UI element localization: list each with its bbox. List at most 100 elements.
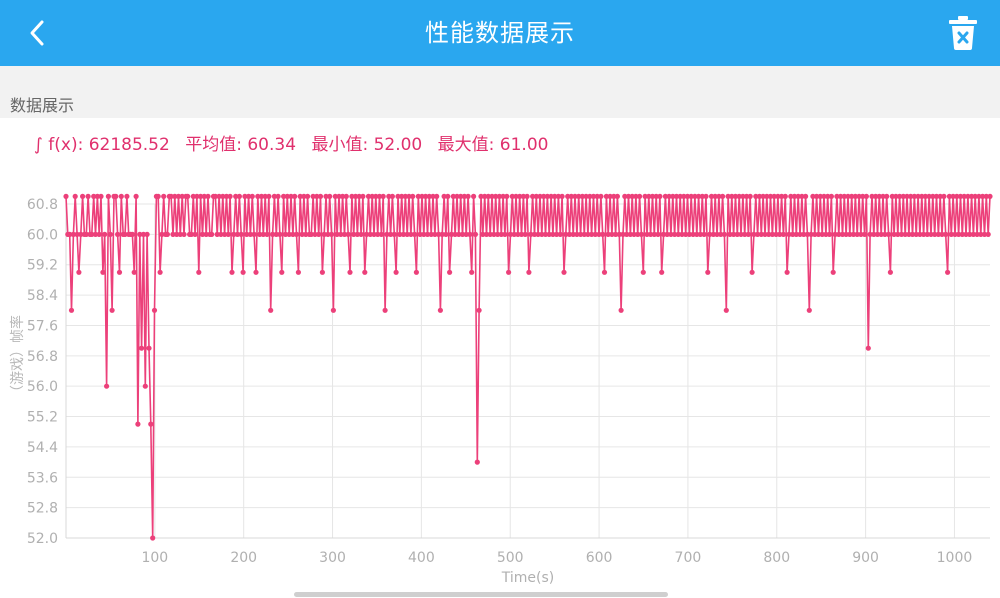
data-point bbox=[863, 193, 870, 199]
data-point bbox=[113, 193, 119, 199]
data-point bbox=[236, 193, 242, 199]
data-point bbox=[100, 269, 106, 275]
data-point bbox=[80, 193, 86, 199]
data-point bbox=[116, 269, 123, 275]
data-point bbox=[131, 269, 137, 275]
section-header bbox=[0, 66, 1000, 118]
data-point bbox=[293, 231, 300, 237]
data-point bbox=[445, 193, 451, 199]
data-point bbox=[434, 193, 440, 199]
data-point bbox=[327, 193, 333, 199]
data-point bbox=[115, 231, 121, 237]
data-point bbox=[185, 193, 191, 199]
x-tick-label: 300 bbox=[319, 550, 346, 566]
data-point bbox=[142, 383, 148, 389]
data-point bbox=[413, 269, 419, 275]
data-point bbox=[780, 231, 787, 237]
y-tick-label: 52.0 bbox=[27, 531, 58, 547]
data-point bbox=[268, 307, 274, 313]
data-point bbox=[150, 535, 156, 541]
y-tick-label: 59.2 bbox=[27, 258, 58, 274]
data-point bbox=[504, 193, 510, 199]
data-point bbox=[640, 269, 646, 275]
data-point bbox=[638, 231, 645, 237]
data-point bbox=[275, 193, 281, 199]
data-point bbox=[657, 193, 663, 199]
data-point bbox=[279, 269, 285, 275]
data-point bbox=[522, 231, 528, 237]
x-tick-label: 500 bbox=[497, 550, 524, 566]
data-point bbox=[317, 193, 324, 199]
data-point bbox=[987, 193, 993, 199]
data-point bbox=[465, 193, 471, 199]
data-point bbox=[721, 231, 728, 237]
data-point bbox=[502, 231, 508, 237]
data-point bbox=[378, 231, 384, 237]
data-point bbox=[107, 231, 113, 237]
data-point bbox=[72, 193, 78, 199]
data-point bbox=[316, 231, 322, 237]
data-point bbox=[703, 193, 709, 199]
data-point bbox=[476, 307, 482, 313]
data-point bbox=[472, 231, 478, 237]
data-point bbox=[826, 231, 833, 237]
data-point bbox=[474, 459, 480, 465]
data-point bbox=[782, 193, 788, 199]
section-label: 数据展示 bbox=[10, 96, 75, 115]
x-tick-label: 200 bbox=[230, 550, 257, 566]
y-tick-label: 60.8 bbox=[27, 197, 58, 213]
data-point bbox=[249, 193, 255, 199]
data-point bbox=[784, 269, 790, 275]
delete-button[interactable] bbox=[946, 14, 980, 52]
data-point bbox=[85, 193, 91, 199]
data-point bbox=[330, 307, 336, 313]
data-point bbox=[720, 193, 726, 199]
data-point bbox=[747, 193, 753, 199]
data-point bbox=[264, 231, 270, 237]
y-tick-label: 58.4 bbox=[27, 288, 58, 304]
data-point bbox=[614, 193, 621, 199]
data-point bbox=[745, 231, 752, 237]
data-point bbox=[600, 231, 606, 237]
data-point bbox=[157, 269, 163, 275]
data-point bbox=[412, 231, 418, 237]
y-tick-label: 53.6 bbox=[27, 470, 58, 486]
data-point bbox=[865, 345, 871, 351]
data-point bbox=[292, 193, 298, 199]
data-point bbox=[437, 307, 443, 313]
data-point bbox=[467, 231, 473, 237]
data-point bbox=[76, 269, 82, 275]
x-axis-label: Time(s) bbox=[501, 570, 554, 586]
data-point bbox=[96, 231, 102, 237]
data-point bbox=[229, 269, 235, 275]
fps-line-chart: 52.0 52.8 53.6 54.4 55.2 56.0 56.8 57.6 58.4 59.2… bbox=[9, 193, 993, 586]
data-point bbox=[637, 193, 643, 199]
data-point bbox=[469, 269, 475, 275]
data-point bbox=[305, 193, 311, 199]
data-point bbox=[118, 193, 124, 199]
data-point bbox=[526, 269, 532, 275]
data-point bbox=[362, 269, 368, 275]
data-point bbox=[345, 231, 351, 237]
data-point bbox=[102, 231, 108, 237]
home-indicator[interactable] bbox=[294, 592, 668, 597]
data-point bbox=[506, 269, 512, 275]
y-tick-label: 56.8 bbox=[27, 349, 58, 365]
data-point bbox=[181, 231, 187, 237]
data-point bbox=[391, 231, 397, 237]
data-point bbox=[109, 307, 115, 313]
x-tick-label: 900 bbox=[852, 550, 879, 566]
data-point bbox=[347, 269, 353, 275]
data-point bbox=[266, 193, 272, 199]
data-point bbox=[329, 231, 335, 237]
data-point bbox=[129, 231, 135, 237]
data-point bbox=[887, 269, 894, 275]
data-point bbox=[225, 231, 231, 237]
trash-icon bbox=[949, 16, 977, 50]
data-point bbox=[253, 269, 259, 275]
data-point bbox=[227, 193, 233, 199]
data-point bbox=[148, 421, 154, 427]
data-point bbox=[144, 231, 150, 237]
data-point bbox=[146, 345, 152, 351]
data-point bbox=[601, 269, 608, 275]
